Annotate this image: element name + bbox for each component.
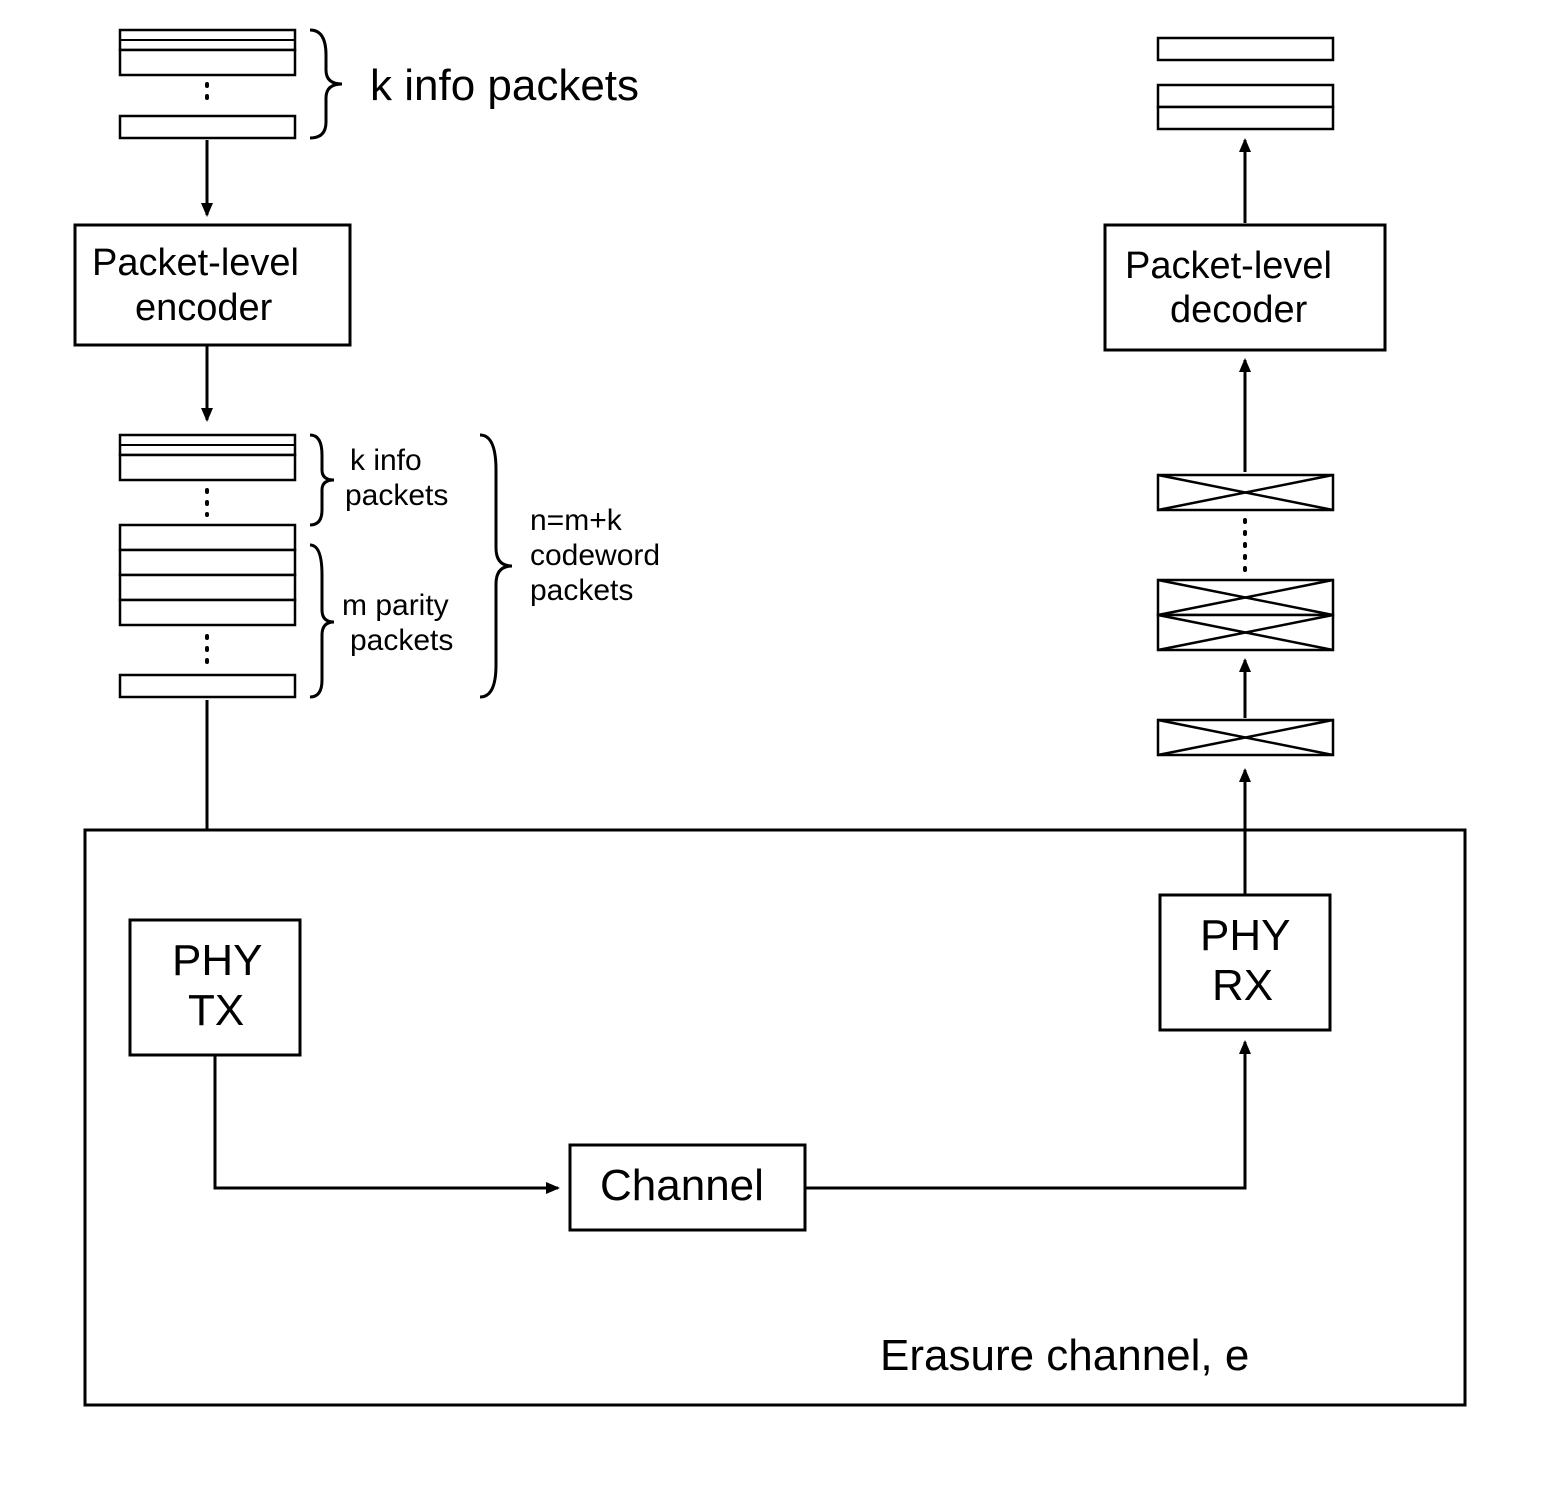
brace-mid-n xyxy=(480,435,512,697)
phy-tx-l2: TX xyxy=(188,986,244,1035)
brace-k-info xyxy=(310,30,342,138)
label-mid-m-1: m parity xyxy=(342,589,449,622)
brace-mid-k xyxy=(310,435,334,525)
label-mid-n-1: n=m+k xyxy=(530,504,623,537)
label-mid-m-2: packets xyxy=(350,624,453,657)
label-mid-k-1: k info xyxy=(350,444,422,477)
channel-label: Channel xyxy=(600,1161,764,1210)
decoder-box xyxy=(1105,225,1385,350)
label-mid-n-3: packets xyxy=(530,574,633,607)
label-mid-k-2: packets xyxy=(345,479,448,512)
decoder-label-1: Packet-level xyxy=(1125,245,1332,287)
label-erasure: Erasure channel, e xyxy=(880,1331,1249,1380)
encoder-label-2: encoder xyxy=(135,287,273,329)
output-packets xyxy=(1158,38,1333,129)
codeword-packets xyxy=(120,435,295,697)
label-mid-n-2: codeword xyxy=(530,539,660,572)
phy-tx-l1: PHY xyxy=(172,936,262,985)
phy-rx-l2: RX xyxy=(1212,961,1273,1010)
phy-rx-l1: PHY xyxy=(1200,911,1290,960)
brace-mid-m xyxy=(310,545,334,697)
input-packets xyxy=(120,30,295,138)
encoder-label-1: Packet-level xyxy=(92,242,299,284)
decoder-label-2: decoder xyxy=(1170,289,1308,331)
label-k-info: k info packets xyxy=(370,61,639,110)
received-packets xyxy=(1158,475,1333,755)
